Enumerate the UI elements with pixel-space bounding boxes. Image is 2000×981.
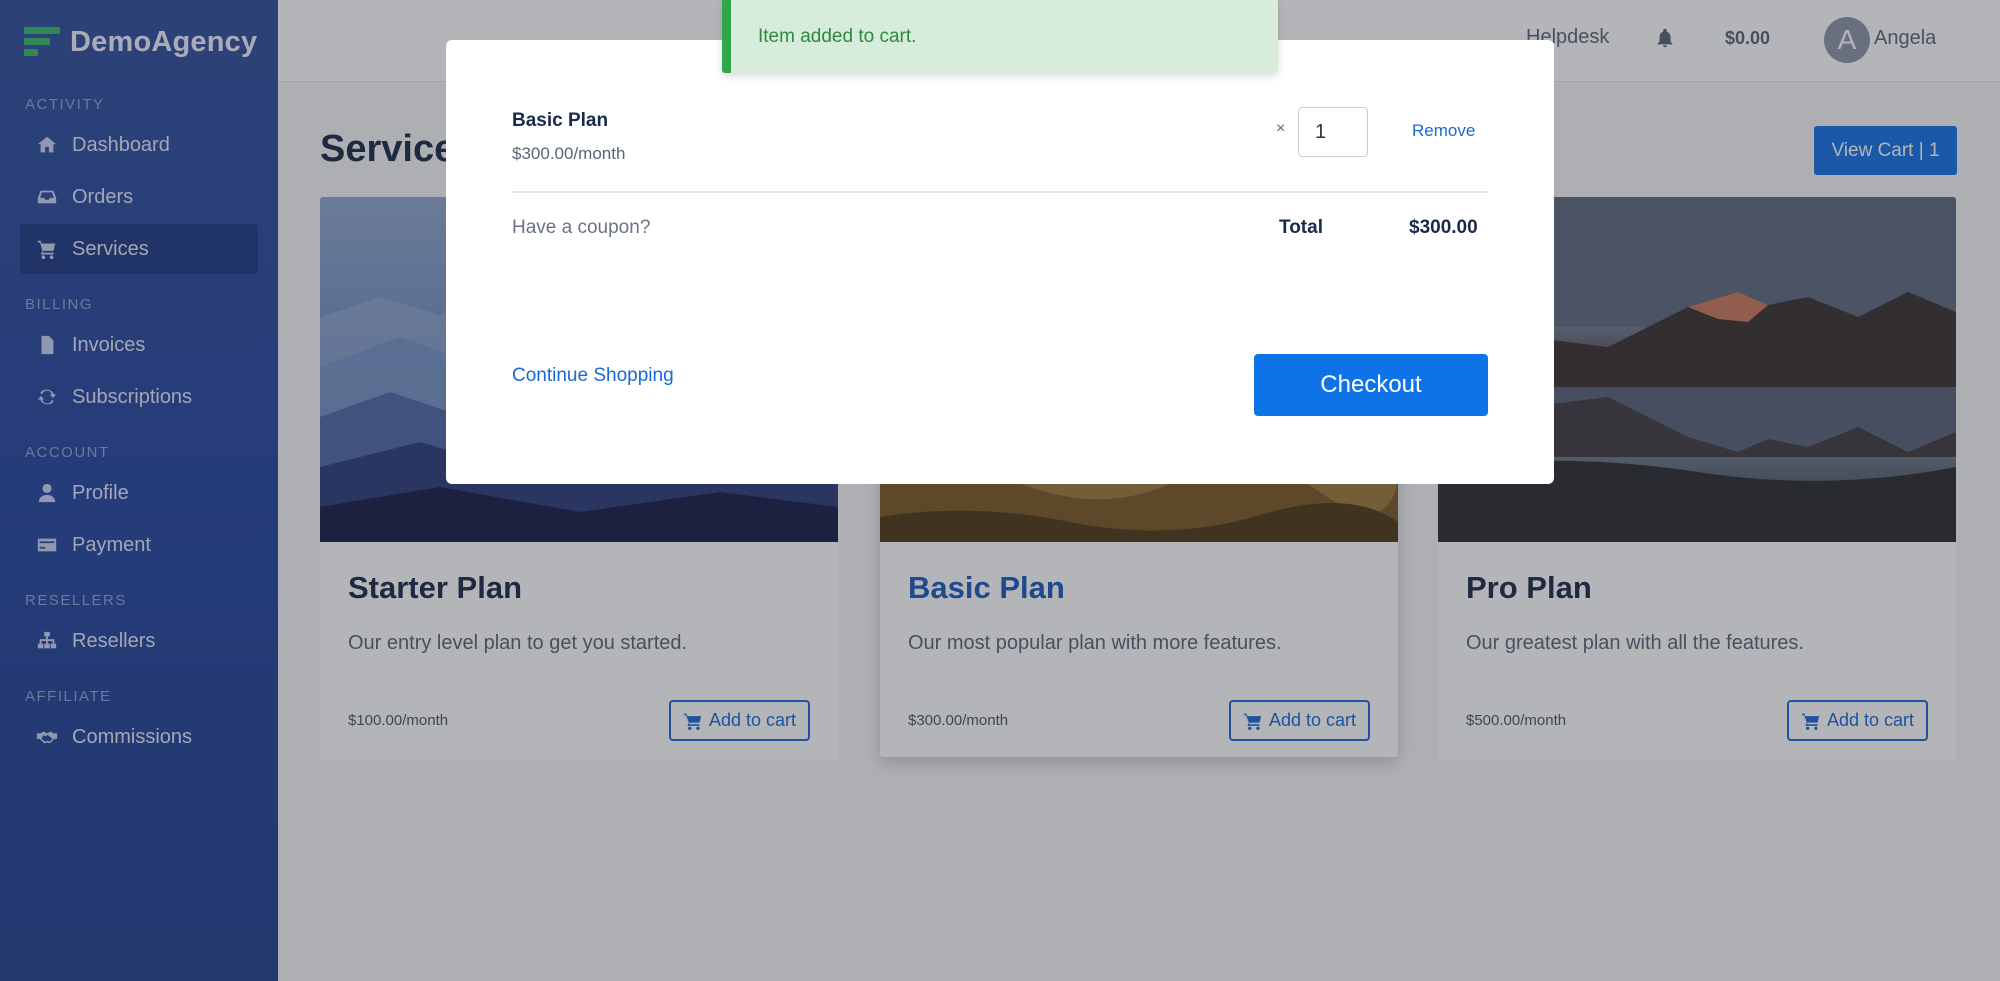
remove-item-link[interactable]: Remove	[1412, 121, 1475, 141]
total-label: Total	[1279, 217, 1323, 238]
coupon-link[interactable]: Have a coupon?	[512, 217, 650, 239]
success-toast[interactable]: Item added to cart.	[722, 0, 1278, 73]
total-value: $300.00	[1409, 217, 1478, 238]
quantity-multiplier: ×	[1276, 120, 1286, 137]
divider	[512, 191, 1488, 193]
cart-item-price: $300.00/month	[512, 144, 626, 163]
quantity-input[interactable]	[1298, 107, 1368, 157]
cart-item-name: Basic Plan	[512, 110, 609, 131]
continue-shopping-link[interactable]: Continue Shopping	[512, 365, 674, 387]
toast-message: Item added to cart.	[758, 26, 917, 47]
cart-modal: Basic Plan $300.00/month × Remove Have a…	[446, 40, 1554, 484]
checkout-button[interactable]: Checkout	[1254, 354, 1488, 416]
